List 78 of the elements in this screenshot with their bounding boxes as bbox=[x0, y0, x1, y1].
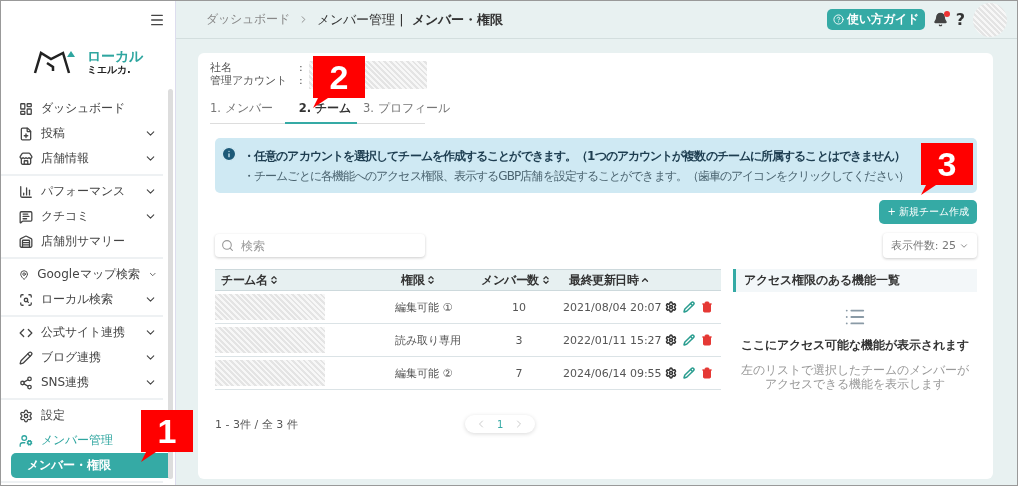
empty-state-hint: 左のリストで選択したチームのメンバーがアクセスできる機能を表示します bbox=[740, 363, 970, 391]
callout-number: 3 bbox=[921, 143, 973, 185]
logo-text: ローカル bbox=[87, 49, 143, 63]
table-cell-text: 編集可能 ② bbox=[395, 365, 454, 381]
panel-title: アクセス権限のある機能一覧 bbox=[733, 269, 977, 292]
result-count: 1 - 3件 / 全 3 件 bbox=[215, 416, 299, 432]
page-title: メンバー・権限 bbox=[411, 10, 503, 29]
pencil-icon bbox=[19, 350, 33, 365]
sidebar-item[interactable]: 店舗情報 bbox=[1, 146, 163, 171]
column-header[interactable]: 権限 bbox=[401, 271, 424, 289]
colon-separator: : bbox=[299, 61, 303, 74]
help-circle-icon bbox=[832, 14, 844, 25]
message-icon bbox=[19, 209, 33, 224]
sidebar-item[interactable]: ブログ連携 bbox=[1, 345, 163, 370]
page-size-dropdown[interactable]: 表示件数: 25 bbox=[882, 233, 977, 258]
sidebar-item[interactable]: Googleマップ検索 bbox=[1, 262, 163, 287]
callout-pointer bbox=[141, 450, 159, 462]
document-plus-icon bbox=[19, 126, 33, 141]
sidebar-item[interactable]: 設定 bbox=[1, 403, 71, 428]
table-cell-text: 編集可能 ① bbox=[395, 299, 454, 315]
settings-icon[interactable] bbox=[665, 367, 677, 379]
sidebar-item[interactable]: ダッシュボード bbox=[1, 96, 131, 121]
pencil-icon[interactable] bbox=[683, 367, 695, 379]
search-field[interactable]: 検索 bbox=[215, 234, 425, 257]
callout-number: 2 bbox=[313, 56, 365, 98]
table-cell: 2021/08/04 20:07 bbox=[563, 300, 659, 314]
field-label: 管理アカウント bbox=[210, 74, 287, 87]
colon-separator: : bbox=[299, 74, 303, 87]
map-pin-icon bbox=[19, 267, 30, 282]
info-icon bbox=[221, 146, 237, 162]
user-gear-icon bbox=[19, 433, 33, 448]
trash-icon[interactable] bbox=[701, 301, 713, 313]
table-cell-text: 3 bbox=[514, 333, 524, 347]
breadcrumb-link[interactable]: メンバー管理 | bbox=[317, 10, 404, 29]
sort-icon[interactable] bbox=[426, 275, 436, 285]
tab[interactable]: 1. メンバー bbox=[210, 97, 279, 124]
trash-icon[interactable] bbox=[701, 367, 713, 379]
bar-chart-icon bbox=[19, 184, 33, 199]
table-cell: 2022/01/11 15:27 bbox=[563, 333, 659, 347]
sort-ascending-icon[interactable] bbox=[640, 275, 650, 285]
menu-icon[interactable] bbox=[149, 12, 165, 28]
info-text: ・任意のアカウントを選択してチームを作成することができます。（1つのアカウントが複数のチームに所属することはできません） bbox=[243, 148, 907, 165]
settings-icon bbox=[19, 408, 33, 423]
column-header[interactable]: メンバー数 bbox=[481, 271, 539, 289]
callout-pointer bbox=[921, 183, 939, 195]
sidebar-item[interactable]: 公式サイト連携 bbox=[1, 320, 163, 345]
trash-icon[interactable] bbox=[701, 334, 713, 346]
sidebar-item[interactable]: クチコミ bbox=[1, 204, 163, 229]
search-icon bbox=[19, 292, 33, 307]
logo-subtext: ミエルカ. bbox=[87, 65, 132, 75]
bell-icon[interactable] bbox=[932, 12, 948, 27]
sidebar-item[interactable]: ローカル検索 bbox=[1, 287, 163, 312]
dashboard-icon bbox=[19, 101, 33, 116]
pencil-icon[interactable] bbox=[683, 334, 695, 346]
column-header[interactable]: チーム名 bbox=[221, 271, 267, 289]
tab[interactable]: 3. プロフィール bbox=[363, 97, 456, 124]
table-cell-text: 10 bbox=[511, 300, 527, 314]
table-cell-text: 読み取り専用 bbox=[395, 332, 462, 348]
sort-icon[interactable] bbox=[269, 275, 279, 285]
help-icon[interactable]: ? bbox=[955, 10, 965, 29]
sidebar-item[interactable]: SNS連携 bbox=[1, 370, 163, 395]
column-header[interactable]: 最終更新日時 bbox=[569, 271, 638, 289]
sidebar-item[interactable]: 店舗別サマリー bbox=[1, 229, 131, 254]
info-text: ・チームごとに各機能へのアクセス権限、表示するGBP店舗を設定することができます。（歯車のアイコンをクリックしてください） bbox=[243, 168, 909, 185]
search-icon bbox=[221, 239, 234, 252]
callout-number: 1 bbox=[141, 410, 193, 452]
settings-icon[interactable] bbox=[665, 301, 677, 313]
storefront-icon bbox=[19, 151, 33, 166]
empty-state-title: ここにアクセス可能な機能が表示されます bbox=[741, 338, 969, 353]
sidebar-item[interactable]: パフォーマンス bbox=[1, 179, 163, 204]
settings-icon[interactable] bbox=[665, 334, 677, 346]
table-cell: 2024/06/14 09:55 bbox=[563, 366, 659, 380]
share-icon bbox=[19, 375, 33, 390]
pencil-icon[interactable] bbox=[683, 301, 695, 313]
sidebar-item[interactable]: 投稿 bbox=[1, 121, 163, 146]
table-cell-text: 7 bbox=[514, 366, 524, 380]
sort-icon[interactable] bbox=[540, 275, 551, 285]
field-label: 社名 bbox=[210, 61, 233, 74]
